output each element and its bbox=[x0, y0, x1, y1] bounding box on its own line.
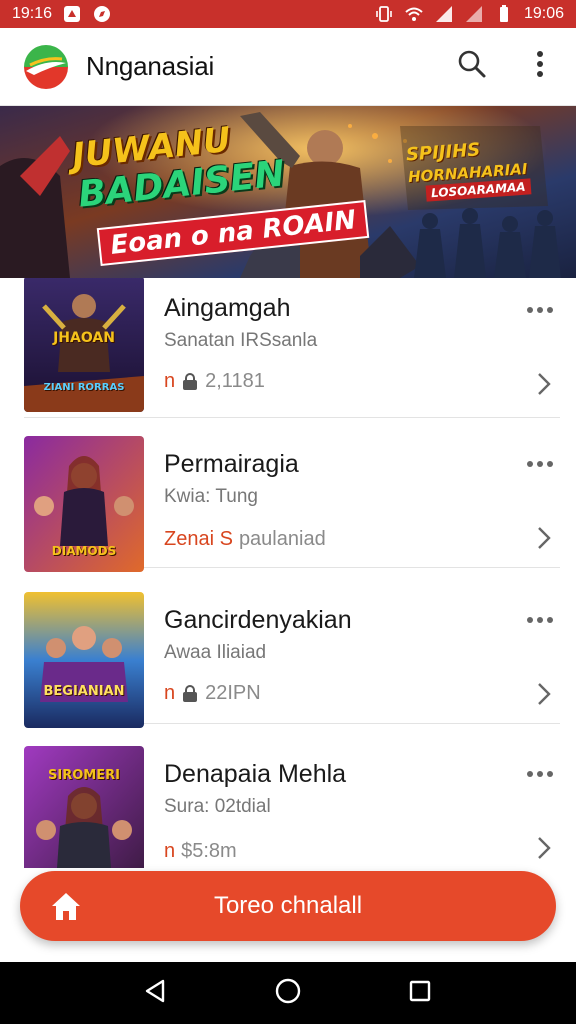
item-meta-value: 22IPN bbox=[205, 682, 261, 704]
status-bar: 19:16 19:06 bbox=[0, 0, 576, 28]
game-thumbnail: SIROMERI bbox=[24, 746, 144, 868]
back-button[interactable] bbox=[136, 973, 176, 1013]
item-more-button[interactable] bbox=[524, 764, 556, 784]
item-meta: n 22IPN bbox=[164, 682, 261, 705]
game-thumbnail: BEGIANIAN bbox=[24, 592, 144, 728]
wifi-icon bbox=[404, 4, 424, 24]
thumbnail-sublabel: ZIANI RORRAS bbox=[43, 382, 125, 393]
item-meta: n $5:8m bbox=[164, 840, 237, 863]
status-time-left: 19:16 bbox=[12, 5, 53, 22]
recents-square-icon bbox=[408, 979, 432, 1008]
item-more-button[interactable] bbox=[524, 610, 556, 630]
hero-banner[interactable]: JUWANU BADAISEN Eoan o na ROAIN SPIJIHS … bbox=[0, 106, 576, 278]
recents-button[interactable] bbox=[400, 973, 440, 1013]
item-subtitle: Awaa Iliaiad bbox=[164, 642, 267, 663]
battery-icon bbox=[494, 4, 514, 24]
chevron-right-icon bbox=[537, 526, 551, 555]
status-time-right: 19:06 bbox=[523, 5, 564, 22]
item-open-button[interactable] bbox=[534, 836, 554, 864]
more-horizontal-icon bbox=[526, 611, 554, 629]
notification-app-icon bbox=[62, 4, 82, 24]
item-meta-value: 2,1181 bbox=[205, 370, 265, 392]
item-meta: n 2,1181 bbox=[164, 370, 265, 393]
search-icon bbox=[457, 49, 487, 84]
more-horizontal-icon bbox=[526, 765, 554, 783]
signal-icon bbox=[434, 4, 454, 24]
list-item[interactable]: JHAOAN ZIANI RORRAS Aingamgah Sanatan IR… bbox=[24, 278, 560, 418]
game-thumbnail: JHAOAN ZIANI RORRAS bbox=[24, 278, 144, 412]
app-logo-icon bbox=[20, 41, 72, 93]
item-subtitle: Kwia: Tung bbox=[164, 486, 258, 507]
item-subtitle: Sanatan IRSsanla bbox=[164, 330, 318, 351]
thumbnail-label: JHAOAN bbox=[53, 330, 115, 346]
notification-compass-icon bbox=[92, 4, 112, 24]
item-open-button[interactable] bbox=[534, 682, 554, 710]
more-horizontal-icon bbox=[526, 301, 554, 319]
item-subtitle: Sura: 02tdial bbox=[164, 796, 271, 817]
game-thumbnail: DIAMODS bbox=[24, 436, 144, 572]
vibrate-icon bbox=[374, 4, 394, 24]
item-more-button[interactable] bbox=[524, 300, 556, 320]
more-horizontal-icon bbox=[526, 455, 554, 473]
item-open-button[interactable] bbox=[534, 372, 554, 400]
thumbnail-label: DIAMODS bbox=[51, 544, 117, 558]
item-meta-value: $5:8m bbox=[181, 840, 237, 862]
thumbnail-label: SIROMERI bbox=[48, 768, 120, 783]
list-item[interactable]: SIROMERI Denapaia Mehla Sura: 02tdial n … bbox=[24, 740, 560, 868]
item-meta-value: paulaniad bbox=[238, 528, 326, 550]
overflow-menu-button[interactable] bbox=[522, 49, 558, 85]
item-meta-accent: Zenai S bbox=[164, 528, 233, 550]
back-triangle-icon bbox=[143, 978, 169, 1009]
lock-icon bbox=[181, 372, 199, 391]
home-nav-button[interactable] bbox=[268, 973, 308, 1013]
item-open-button[interactable] bbox=[534, 526, 554, 554]
signal-icon-2 bbox=[464, 4, 484, 24]
app-bar: Nnganasiai bbox=[0, 28, 576, 106]
item-title: Denapaia Mehla bbox=[164, 760, 347, 788]
system-navigation-bar bbox=[0, 962, 576, 1024]
item-meta-accent: n bbox=[164, 682, 176, 704]
chevron-right-icon bbox=[537, 836, 551, 865]
item-title: Permairagia bbox=[164, 450, 299, 478]
item-more-button[interactable] bbox=[524, 454, 556, 474]
lock-icon bbox=[181, 684, 199, 703]
home-circle-icon bbox=[274, 977, 302, 1010]
primary-action-button[interactable]: Toreo chnalall bbox=[20, 871, 556, 941]
search-button[interactable] bbox=[454, 49, 490, 85]
item-meta-accent: n bbox=[164, 370, 176, 392]
item-meta: Zenai S paulaniad bbox=[164, 528, 326, 551]
primary-action-label: Toreo chnalall bbox=[213, 892, 363, 919]
thumbnail-label: BEGIANIAN bbox=[43, 684, 125, 699]
list-item[interactable]: BEGIANIAN Gancirdenyakian Awaa Iliaiad n… bbox=[24, 584, 560, 728]
more-vertical-icon bbox=[535, 49, 545, 84]
game-list: JHAOAN ZIANI RORRAS Aingamgah Sanatan IR… bbox=[0, 278, 576, 868]
item-title: Aingamgah bbox=[164, 294, 291, 322]
chevron-right-icon bbox=[537, 372, 551, 401]
item-title: Gancirdenyakian bbox=[164, 606, 352, 634]
chevron-right-icon bbox=[537, 682, 551, 711]
app-title: Nnganasiai bbox=[86, 51, 215, 81]
list-item[interactable]: DIAMODS Permairagia Kwia: Tung Zenai S p… bbox=[24, 428, 560, 572]
item-meta-accent: n bbox=[164, 840, 176, 862]
